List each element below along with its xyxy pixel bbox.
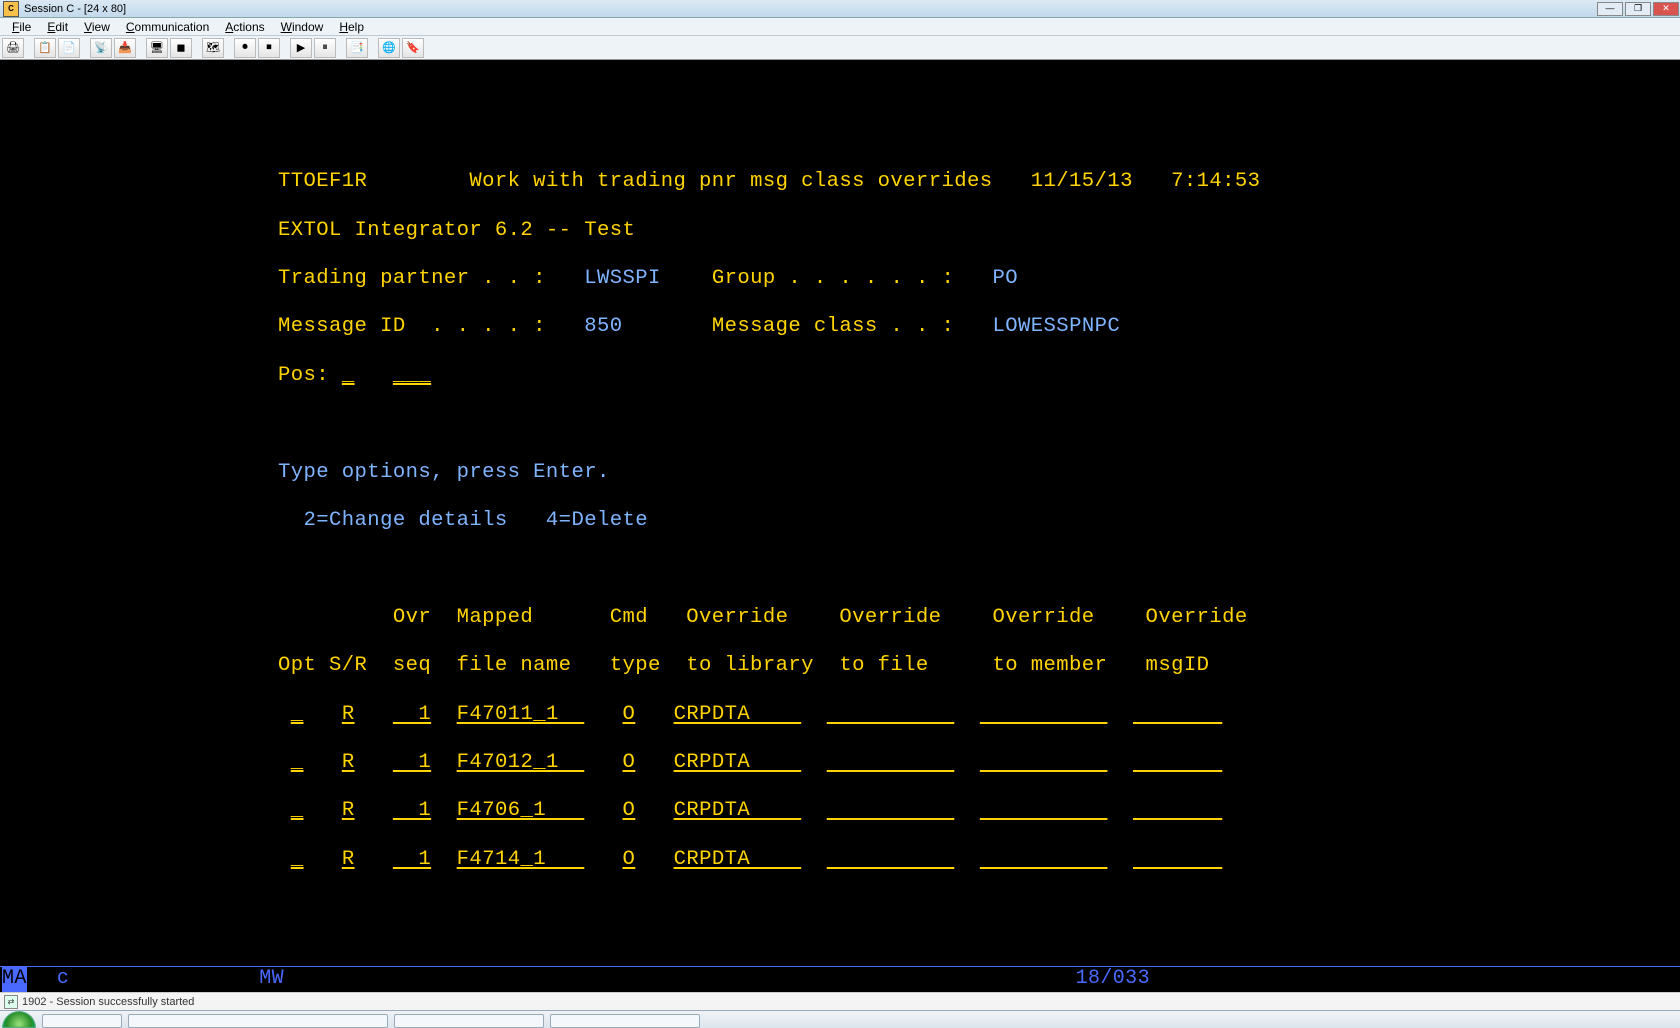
pos-label: Pos: — [278, 364, 329, 387]
group-label: Group . . . . . . : — [712, 267, 954, 290]
file-field[interactable]: F47011_1 — [457, 703, 585, 726]
msgclass-value: LOWESSPNPC — [993, 315, 1121, 338]
sr-field[interactable]: R — [342, 751, 355, 774]
seq-field[interactable]: 1 — [393, 799, 431, 822]
menu-communication[interactable]: Communication — [118, 20, 217, 34]
toolbar-btn-12[interactable]: ⏸ — [314, 38, 336, 58]
menu-file[interactable]: File — [4, 20, 39, 34]
lib-field[interactable]: CRPDTA — [674, 799, 802, 822]
oia-ma: MA — [2, 967, 27, 991]
oia-line: MA c MW 18/033 — [0, 966, 1680, 992]
group-value: PO — [993, 267, 1019, 290]
toolbar-record-button[interactable]: ⏺ — [234, 38, 256, 58]
program-id: TTOEF1R — [278, 170, 367, 193]
toolbar-copy-button[interactable]: 📋 — [34, 38, 56, 58]
menu-window[interactable]: Window — [273, 20, 332, 34]
toolbar: 🖨 📋 📄 📡 📥 🖥 ◼ 🗺 ⏺ ⏹ ▶ ⏸ 📑 🌐 🔖 — [0, 36, 1680, 60]
opt-field[interactable]: _ — [291, 848, 304, 871]
toolbar-btn-1[interactable]: 🖨 — [2, 38, 24, 58]
maximize-button[interactable]: ❐ — [1625, 2, 1651, 16]
instructions: Type options, press Enter. — [278, 461, 610, 484]
file2-field[interactable] — [827, 848, 955, 871]
member-field[interactable] — [980, 703, 1108, 726]
cmd-field[interactable]: O — [623, 799, 636, 822]
tp-value: LWSSPI — [584, 267, 661, 290]
lib-field[interactable]: CRPDTA — [674, 848, 802, 871]
msgid-field[interactable] — [1133, 848, 1222, 871]
lib-field[interactable]: CRPDTA — [674, 751, 802, 774]
toolbar-recv-button[interactable]: 📥 — [114, 38, 136, 58]
member-field[interactable] — [980, 751, 1108, 774]
oia-mw: MW — [259, 967, 284, 991]
toolbar-btn-13[interactable]: 📑 — [346, 38, 368, 58]
msgid-field[interactable] — [1133, 751, 1222, 774]
file-field[interactable]: F4714_1 — [457, 848, 585, 871]
lib-field[interactable]: CRPDTA — [674, 703, 802, 726]
tp-label: Trading partner . . : — [278, 267, 546, 290]
toolbar-paste-button[interactable]: 📄 — [58, 38, 80, 58]
cmd-field[interactable]: O — [623, 751, 636, 774]
title-bar: C Session C - [24 x 80] — ❐ ✕ — [0, 0, 1680, 18]
sr-field[interactable]: R — [342, 799, 355, 822]
toolbar-display-button[interactable]: 🖥 — [146, 38, 168, 58]
opt-field[interactable]: _ — [291, 703, 304, 726]
pos-field-1[interactable]: _ — [342, 364, 355, 387]
msgid-value: 850 — [584, 315, 622, 338]
msgid-field[interactable] — [1133, 703, 1222, 726]
screen-title: Work with trading pnr msg class override… — [469, 170, 992, 193]
toolbar-map-button[interactable]: 🗺 — [202, 38, 224, 58]
sr-field[interactable]: R — [342, 848, 355, 871]
toolbar-stop-button[interactable]: ⏹ — [258, 38, 280, 58]
terminal-screen[interactable]: TTOEF1R Work with trading pnr msg class … — [0, 60, 1680, 992]
menu-help[interactable]: Help — [331, 20, 372, 34]
close-button[interactable]: ✕ — [1653, 2, 1679, 16]
menu-edit[interactable]: Edit — [39, 20, 76, 34]
cmd-field[interactable]: O — [623, 848, 636, 871]
minimize-button[interactable]: — — [1597, 2, 1623, 16]
opt-field[interactable]: _ — [291, 799, 304, 822]
member-field[interactable] — [980, 799, 1108, 822]
cmd-field[interactable]: O — [623, 703, 636, 726]
member-field[interactable] — [980, 848, 1108, 871]
seq-field[interactable]: 1 — [393, 751, 431, 774]
sr-field[interactable]: R — [342, 703, 355, 726]
toolbar-play-button[interactable]: ▶ — [290, 38, 312, 58]
toolbar-help-button[interactable]: 🌐 — [378, 38, 400, 58]
file-field[interactable]: F4706_1 — [457, 799, 585, 822]
seq-field[interactable]: 1 — [393, 848, 431, 871]
toolbar-color-button[interactable]: ◼ — [170, 38, 192, 58]
screen-time: 7:14:53 — [1171, 170, 1260, 193]
toolbar-btn-15[interactable]: 🔖 — [402, 38, 424, 58]
app-icon: C — [3, 1, 19, 17]
oia-cursor-pos: 18/033 — [1076, 967, 1150, 991]
msgclass-label: Message class . . : — [712, 315, 954, 338]
file2-field[interactable] — [827, 703, 955, 726]
options-line: 2=Change details 4=Delete — [278, 509, 648, 532]
file2-field[interactable] — [827, 751, 955, 774]
toolbar-send-button[interactable]: 📡 — [90, 38, 112, 58]
opt-field[interactable]: _ — [291, 751, 304, 774]
menu-bar: File Edit View Communication Actions Win… — [0, 18, 1680, 36]
msgid-field[interactable] — [1133, 799, 1222, 822]
oia-c: c — [57, 967, 69, 991]
file-field[interactable]: F47012_1 — [457, 751, 585, 774]
pos-field-2[interactable]: ___ — [393, 364, 431, 387]
screen-date: 11/15/13 — [1031, 170, 1133, 193]
menu-actions[interactable]: Actions — [217, 20, 272, 34]
msgid-label: Message ID . . . . : — [278, 315, 546, 338]
screen-subtitle: EXTOL Integrator 6.2 -- Test — [278, 219, 635, 242]
window-title: Session C - [24 x 80] — [22, 3, 126, 15]
file2-field[interactable] — [827, 799, 955, 822]
seq-field[interactable]: 1 — [393, 703, 431, 726]
menu-view[interactable]: View — [76, 20, 118, 34]
